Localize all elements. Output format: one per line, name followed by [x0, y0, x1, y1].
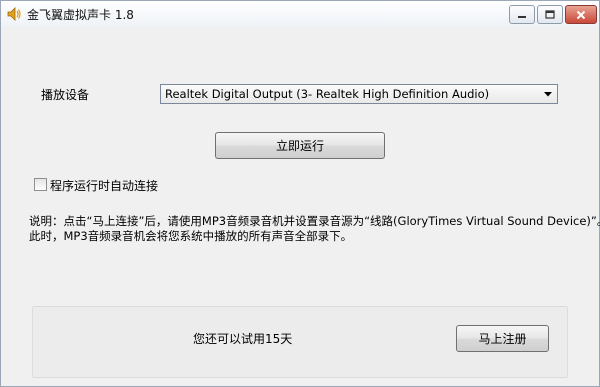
- device-label: 播放设备: [41, 88, 90, 102]
- close-button[interactable]: [565, 5, 597, 24]
- title-bar[interactable]: 金飞翼虚拟声卡 1.8: [1, 1, 599, 27]
- window-title: 金飞翼虚拟声卡 1.8: [27, 8, 134, 22]
- maximize-button[interactable]: [537, 5, 563, 24]
- note-line-1: 说明：点击“马上连接”后，请使用MP3音频录音机并设置录音源为“线路(Glory…: [29, 214, 600, 228]
- register-label: 马上注册: [478, 332, 527, 346]
- minimize-icon: [518, 15, 526, 18]
- trial-panel: 您还可以试用15天 马上注册: [32, 306, 568, 378]
- device-select[interactable]: Realtek Digital Output (3- Realtek High …: [160, 84, 558, 104]
- register-button[interactable]: 马上注册: [456, 325, 549, 352]
- run-now-label: 立即运行: [275, 139, 324, 153]
- client-area: 播放设备 Realtek Digital Output (3- Realtek …: [1, 27, 600, 386]
- speaker-icon: [7, 7, 21, 21]
- close-icon: [576, 10, 586, 19]
- chevron-down-icon: [544, 92, 552, 97]
- maximize-icon: [545, 10, 555, 19]
- run-now-button[interactable]: 立即运行: [215, 132, 385, 159]
- auto-connect-label[interactable]: 程序运行时自动连接: [50, 177, 158, 194]
- minimize-button[interactable]: [509, 5, 535, 24]
- note-line-2: 此时，MP3音频录音机会将您系统中播放的所有声音全部录下。: [29, 229, 353, 243]
- trial-remaining-text: 您还可以试用15天: [193, 332, 293, 346]
- device-select-value: Realtek Digital Output (3- Realtek High …: [165, 87, 490, 101]
- app-window: 金飞翼虚拟声卡 1.8 播放设备 Realtek Digital Output …: [0, 0, 600, 387]
- auto-connect-checkbox[interactable]: [34, 178, 47, 191]
